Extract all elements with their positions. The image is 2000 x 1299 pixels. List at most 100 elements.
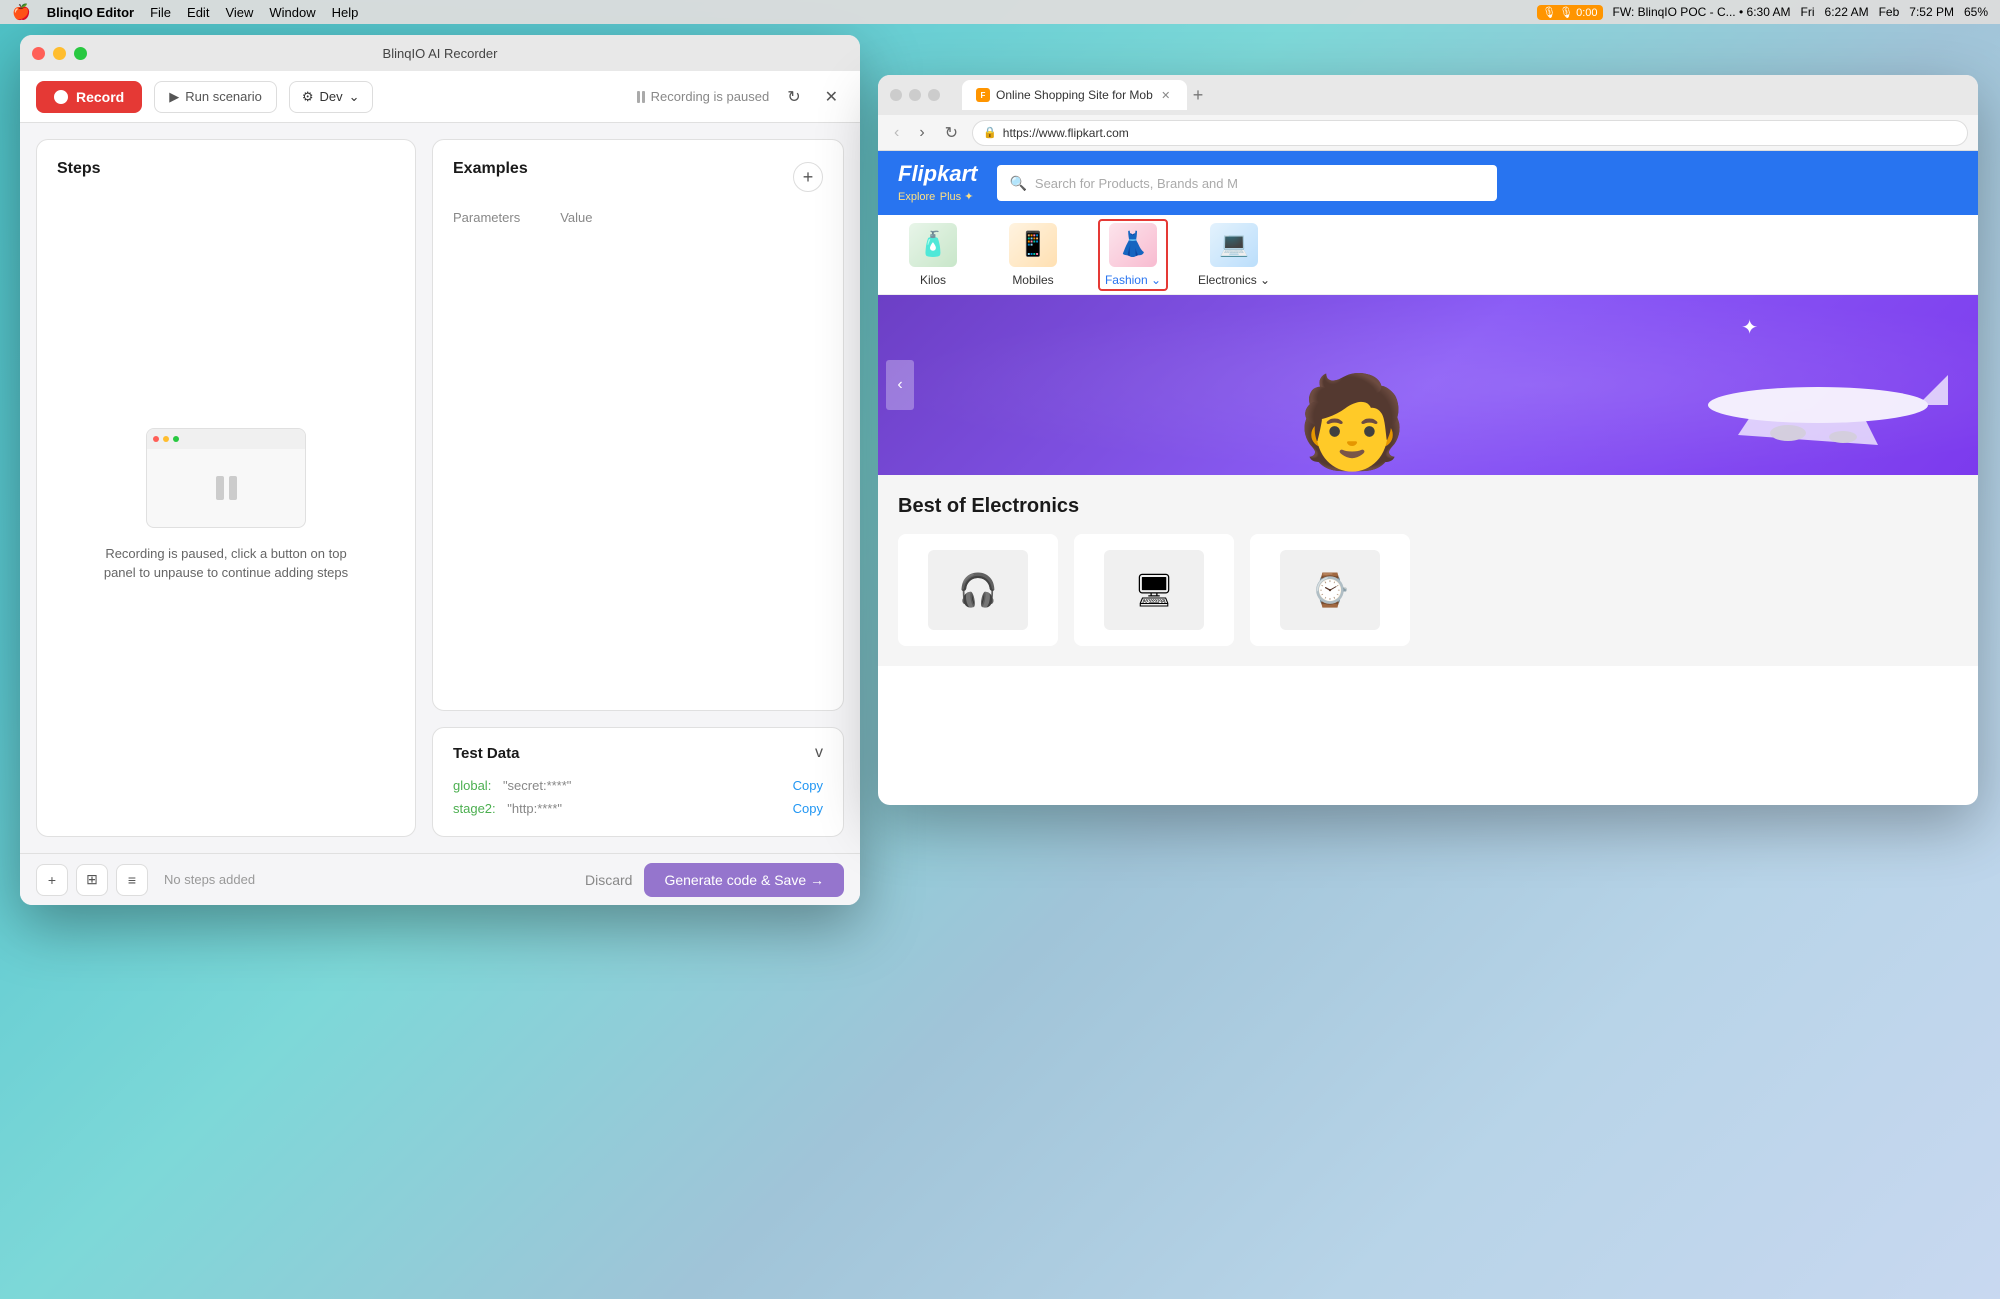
testdata-row-stage2: stage2: "http:****" Copy [453, 797, 823, 820]
fashion-icon: 👗 [1109, 223, 1157, 267]
category-electronics[interactable]: 💻 Electronics ⌄ [1198, 223, 1270, 287]
tab-title: Online Shopping Site for Mob [996, 88, 1153, 102]
examples-panel: Examples + Parameters Value [432, 139, 844, 711]
record-icon [54, 90, 68, 104]
menu-edit[interactable]: Edit [187, 5, 209, 20]
list-view-button[interactable]: ≡ [116, 864, 148, 896]
product-watch[interactable]: ⌚ [1250, 534, 1410, 646]
day-label: Fri [1801, 5, 1815, 19]
menu-help[interactable]: Help [332, 5, 359, 20]
earbuds-image: 🎧 [928, 550, 1028, 630]
value-column-header: Value [560, 210, 592, 225]
category-fashion[interactable]: 👗 Fashion ⌄ [1098, 219, 1168, 291]
testdata-collapse-button[interactable]: v [815, 744, 823, 762]
steps-title: Steps [57, 160, 395, 178]
pause-icon-large [216, 476, 237, 500]
run-scenario-button[interactable]: ▶ Run scenario [154, 81, 277, 113]
forward-button[interactable]: › [913, 120, 930, 146]
electronics-icon: 💻 [1210, 223, 1258, 267]
flipkart-logo: Flipkart [898, 161, 977, 187]
monitor-image: 🖥 [1104, 550, 1204, 630]
examples-header: Examples + [453, 160, 823, 194]
browser-titlebar: F Online Shopping Site for Mob ✕ + [878, 75, 1978, 115]
flipkart-search-bar[interactable]: 🔍 Search for Products, Brands and M [997, 165, 1497, 201]
testdata-key-global: global: [453, 778, 491, 793]
product-earbuds[interactable]: 🎧 [898, 534, 1058, 646]
recorder-titlebar: BlinqIO AI Recorder [20, 35, 860, 71]
record-button[interactable]: Record [36, 81, 142, 113]
new-tab-button[interactable]: + [1187, 85, 1210, 106]
flipkart-content: Flipkart Explore Plus ✦ 🔍 Search for Pro… [878, 151, 1978, 805]
banner-prev-button[interactable]: ‹ [886, 360, 914, 410]
parameters-column-header: Parameters [453, 210, 520, 225]
product-monitor[interactable]: 🖥 [1074, 534, 1234, 646]
tab-close-button[interactable]: ✕ [1159, 88, 1173, 102]
category-kilos[interactable]: 🧴 Kilos [898, 223, 968, 287]
copy-stage2-button[interactable]: Copy [793, 801, 823, 816]
right-panel: Examples + Parameters Value Test Data v … [432, 139, 844, 837]
preview-dot-green [173, 436, 179, 442]
menu-file[interactable]: File [150, 5, 171, 20]
browser-nav-bar: ‹ › ↻ 🔒 https://www.flipkart.com [878, 115, 1978, 151]
play-icon: ▶ [169, 89, 179, 105]
category-mobiles[interactable]: 📱 Mobiles [998, 223, 1068, 287]
flipkart-logo-area: Flipkart Explore Plus ✦ [898, 161, 977, 205]
menubar: 🍎 BlinqIO Editor File Edit View Window H… [0, 0, 2000, 24]
flipkart-tagline: Explore Plus ✦ [898, 187, 977, 205]
boe-products: 🎧 🖥 ⌚ [898, 534, 1958, 646]
preview-dot-yellow [163, 436, 169, 442]
browser-tab-bar: F Online Shopping Site for Mob ✕ + [962, 80, 1966, 110]
dev-icon: ⚙ [302, 89, 314, 105]
main-content: Steps Recording is paused, c [20, 123, 860, 853]
menubar-left: 🍎 BlinqIO Editor File Edit View Window H… [12, 3, 358, 21]
dev-button[interactable]: ⚙ Dev ⌄ [289, 81, 373, 113]
steps-empty-state: Recording is paused, click a button on t… [57, 194, 395, 816]
add-step-button[interactable]: + [36, 864, 68, 896]
date-label: Feb [1879, 5, 1900, 19]
refresh-nav-button[interactable]: ↻ [939, 119, 964, 147]
electronics-label: Electronics ⌄ [1198, 273, 1270, 287]
menu-view[interactable]: View [225, 5, 253, 20]
window-minimize-button[interactable] [53, 47, 66, 60]
browser-tab-active[interactable]: F Online Shopping Site for Mob ✕ [962, 80, 1187, 110]
add-example-button[interactable]: + [793, 162, 823, 192]
pause-icon [637, 91, 645, 103]
address-bar[interactable]: 🔒 https://www.flipkart.com [972, 120, 1968, 146]
generate-save-button[interactable]: Generate code & Save → [644, 863, 844, 897]
browser-max-dot [928, 89, 940, 101]
search-placeholder: Search for Products, Brands and M [1035, 176, 1238, 191]
url-text: https://www.flipkart.com [1003, 126, 1129, 140]
close-panel-button[interactable]: ✕ [819, 81, 844, 113]
window-close-button[interactable] [32, 47, 45, 60]
back-button[interactable]: ‹ [888, 120, 905, 146]
window-title: BlinqIO AI Recorder [383, 46, 498, 61]
window-maximize-button[interactable] [74, 47, 87, 60]
preview-content [147, 449, 305, 527]
paused-preview [146, 428, 306, 528]
kilos-icon: 🧴 [909, 223, 957, 267]
browser-min-dot [909, 89, 921, 101]
flipkart-header: Flipkart Explore Plus ✦ 🔍 Search for Pro… [878, 151, 1978, 215]
lock-icon: 🔒 [983, 126, 997, 139]
tab-favicon: F [976, 88, 990, 102]
chevron-down-icon: ⌄ [349, 89, 360, 105]
app-name: BlinqIO Editor [47, 5, 134, 20]
watch-image: ⌚ [1280, 550, 1380, 630]
best-of-electronics-section: Best of Electronics 🎧 🖥 ⌚ [878, 475, 1978, 666]
boe-title: Best of Electronics [898, 495, 1958, 518]
copy-global-button[interactable]: Copy [793, 778, 823, 793]
bottom-right-buttons: Discard Generate code & Save → [585, 863, 844, 897]
recorder-toolbar: Record ▶ Run scenario ⚙ Dev ⌄ Recording … [20, 71, 860, 123]
discard-button[interactable]: Discard [585, 872, 632, 888]
testdata-value-stage2: "http:****" [507, 801, 562, 816]
examples-title: Examples [453, 160, 528, 178]
refresh-button[interactable]: ↻ [781, 81, 806, 113]
recording-status: Recording is paused [637, 89, 770, 104]
apple-icon[interactable]: 🍎 [12, 3, 31, 21]
mobiles-label: Mobiles [1012, 273, 1053, 287]
fashion-label: Fashion ⌄ [1105, 273, 1161, 287]
browser-close-dot [890, 89, 902, 101]
preview-dot-red [153, 436, 159, 442]
grid-view-button[interactable]: ⊞ [76, 864, 108, 896]
menu-window[interactable]: Window [269, 5, 315, 20]
